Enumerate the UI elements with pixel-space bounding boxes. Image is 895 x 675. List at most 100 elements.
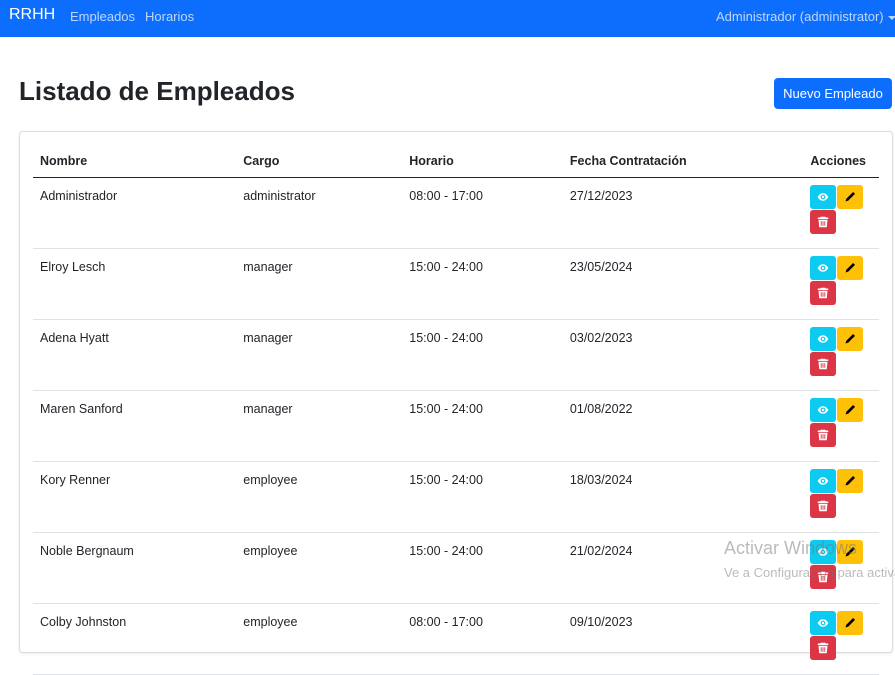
header-acciones: Acciones — [803, 145, 879, 178]
table-row: Administrador administrator 08:00 - 17:00 2… — [33, 177, 879, 249]
cell-horario-text: 15:00 - 24:00 — [409, 473, 483, 487]
cell-horario-text: 15:00 - 24:00 — [409, 260, 483, 274]
edit-button[interactable] — [837, 256, 864, 280]
cell-horario: 15:00 - 24:00 — [402, 319, 563, 391]
cell-cargo-text: administrator — [243, 189, 316, 203]
cell-nombre-text: Administrador — [40, 189, 118, 203]
cell-horario-text: 15:00 - 24:00 — [409, 544, 483, 558]
cell-nombre-text: Kory Renner — [40, 473, 111, 487]
table-row: Colby Johnston employee 08:00 - 17:00 09/10… — [33, 603, 879, 675]
view-button[interactable] — [810, 185, 837, 209]
cell-horario: 08:00 - 17:00 — [402, 177, 563, 249]
cell-horario-text: 08:00 - 17:00 — [409, 189, 483, 203]
caret-down-icon — [887, 15, 895, 20]
windows-activation-title: Activar Windows — [724, 538, 858, 558]
nav-link-horarios[interactable]: Horarios — [145, 9, 194, 24]
cell-nombre-text: Elroy Lesch — [40, 260, 106, 274]
action-row-2 — [810, 281, 879, 305]
delete-button[interactable] — [810, 281, 837, 305]
action-row-2 — [810, 423, 879, 447]
user-name-label: Administrador (administrator) — [716, 9, 884, 24]
header-cargo: Cargo — [236, 145, 403, 178]
cell-fecha-contratacion: 23/05/2024 — [562, 248, 804, 320]
cell-cargo: administrator — [236, 177, 403, 249]
table-row: Elroy Lesch manager 15:00 - 24:00 23/05/202… — [33, 248, 879, 320]
cell-cargo-text: employee — [243, 473, 298, 487]
cell-nombre: Administrador — [33, 177, 237, 249]
cell-acciones — [803, 248, 879, 320]
header-nombre: Nombre — [33, 145, 237, 178]
cell-fecha-contratacion: 27/12/2023 — [562, 177, 804, 249]
cell-nombre: Elroy Lesch — [33, 248, 237, 320]
action-row-2 — [810, 352, 879, 376]
cell-cargo: manager — [236, 248, 403, 320]
action-row-2 — [810, 494, 879, 518]
new-employee-button[interactable]: Nuevo Empleado — [774, 78, 892, 109]
view-button[interactable] — [810, 327, 837, 351]
view-button[interactable] — [810, 256, 837, 280]
cell-fecha-contratacion-text: 03/02/2023 — [569, 331, 633, 345]
cell-nombre: Kory Renner — [33, 461, 237, 533]
nav-link-empleados[interactable]: Empleados — [70, 9, 135, 24]
cell-nombre: Adena Hyatt — [33, 319, 237, 391]
cell-cargo: employee — [236, 461, 403, 533]
cell-fecha-contratacion: 18/03/2024 — [562, 461, 804, 533]
delete-button[interactable] — [810, 636, 837, 660]
user-menu-dropdown[interactable]: Administrador (administrator) — [716, 9, 895, 24]
edit-button[interactable] — [837, 327, 864, 351]
cell-cargo-text: employee — [243, 615, 298, 629]
delete-button[interactable] — [810, 210, 837, 234]
header-horario: Horario — [402, 145, 563, 178]
delete-button[interactable] — [810, 494, 837, 518]
cell-horario-text: 15:00 - 24:00 — [409, 402, 483, 416]
employees-table: Nombre Cargo Horario Fecha Contratación … — [33, 145, 879, 675]
table-row: Adena Hyatt manager 15:00 - 24:00 03/02/202… — [33, 319, 879, 391]
cell-acciones — [803, 319, 879, 391]
edit-button[interactable] — [837, 469, 864, 493]
table-row: Kory Renner employee 15:00 - 24:00 18/03/20… — [33, 461, 879, 533]
cell-cargo-text: manager — [243, 331, 293, 345]
cell-nombre-text: Colby Johnston — [40, 615, 127, 629]
edit-button[interactable] — [837, 185, 864, 209]
top-navbar: RRHH Empleados Horarios Administrador (a… — [0, 0, 895, 37]
view-button[interactable] — [810, 611, 837, 635]
page-title: Listado de Empleados — [19, 76, 295, 106]
cell-cargo: employee — [236, 603, 403, 675]
view-button[interactable] — [810, 469, 837, 493]
cell-nombre: Noble Bergnaum — [33, 532, 237, 604]
cell-fecha-contratacion: 03/02/2023 — [562, 319, 804, 391]
cell-horario: 08:00 - 17:00 — [402, 603, 563, 675]
cell-nombre: Colby Johnston — [33, 603, 237, 675]
table-row: Maren Sanford manager 15:00 - 24:00 01/08/2… — [33, 390, 879, 462]
cell-nombre-text: Adena Hyatt — [40, 331, 109, 345]
cell-nombre-text: Noble Bergnaum — [40, 544, 134, 558]
cell-acciones — [803, 461, 879, 533]
cell-fecha-contratacion-text: 09/10/2023 — [569, 615, 633, 629]
cell-cargo-text: manager — [243, 260, 293, 274]
cell-cargo: employee — [236, 532, 403, 604]
cell-cargo: manager — [236, 319, 403, 391]
cell-fecha-contratacion: 01/08/2022 — [562, 390, 804, 462]
cell-fecha-contratacion: 09/10/2023 — [562, 603, 804, 675]
cell-fecha-contratacion-text: 18/03/2024 — [569, 473, 633, 487]
cell-cargo-text: employee — [243, 544, 298, 558]
edit-button[interactable] — [837, 398, 864, 422]
cell-fecha-contratacion-text: 27/12/2023 — [569, 189, 633, 203]
cell-horario: 15:00 - 24:00 — [402, 461, 563, 533]
brand-logo[interactable]: RRHH — [9, 6, 55, 24]
delete-button[interactable] — [810, 423, 837, 447]
edit-button[interactable] — [837, 611, 864, 635]
table-header-row: Nombre Cargo Horario Fecha Contratación … — [33, 145, 879, 178]
cell-horario: 15:00 - 24:00 — [402, 390, 563, 462]
cell-horario-text: 08:00 - 17:00 — [409, 615, 483, 629]
action-row-2 — [810, 636, 879, 660]
windows-activation-subtitle: Ve a Configuración para activar Windows. — [724, 565, 895, 580]
action-row-2 — [810, 210, 879, 234]
header-fecha-contratacion: Fecha Contratación — [562, 145, 804, 178]
delete-button[interactable] — [810, 352, 837, 376]
view-button[interactable] — [810, 398, 837, 422]
cell-nombre: Maren Sanford — [33, 390, 237, 462]
cell-acciones — [803, 177, 879, 249]
table-body: Administrador administrator 08:00 - 17:00 2… — [33, 177, 879, 675]
cell-horario: 15:00 - 24:00 — [402, 532, 563, 604]
